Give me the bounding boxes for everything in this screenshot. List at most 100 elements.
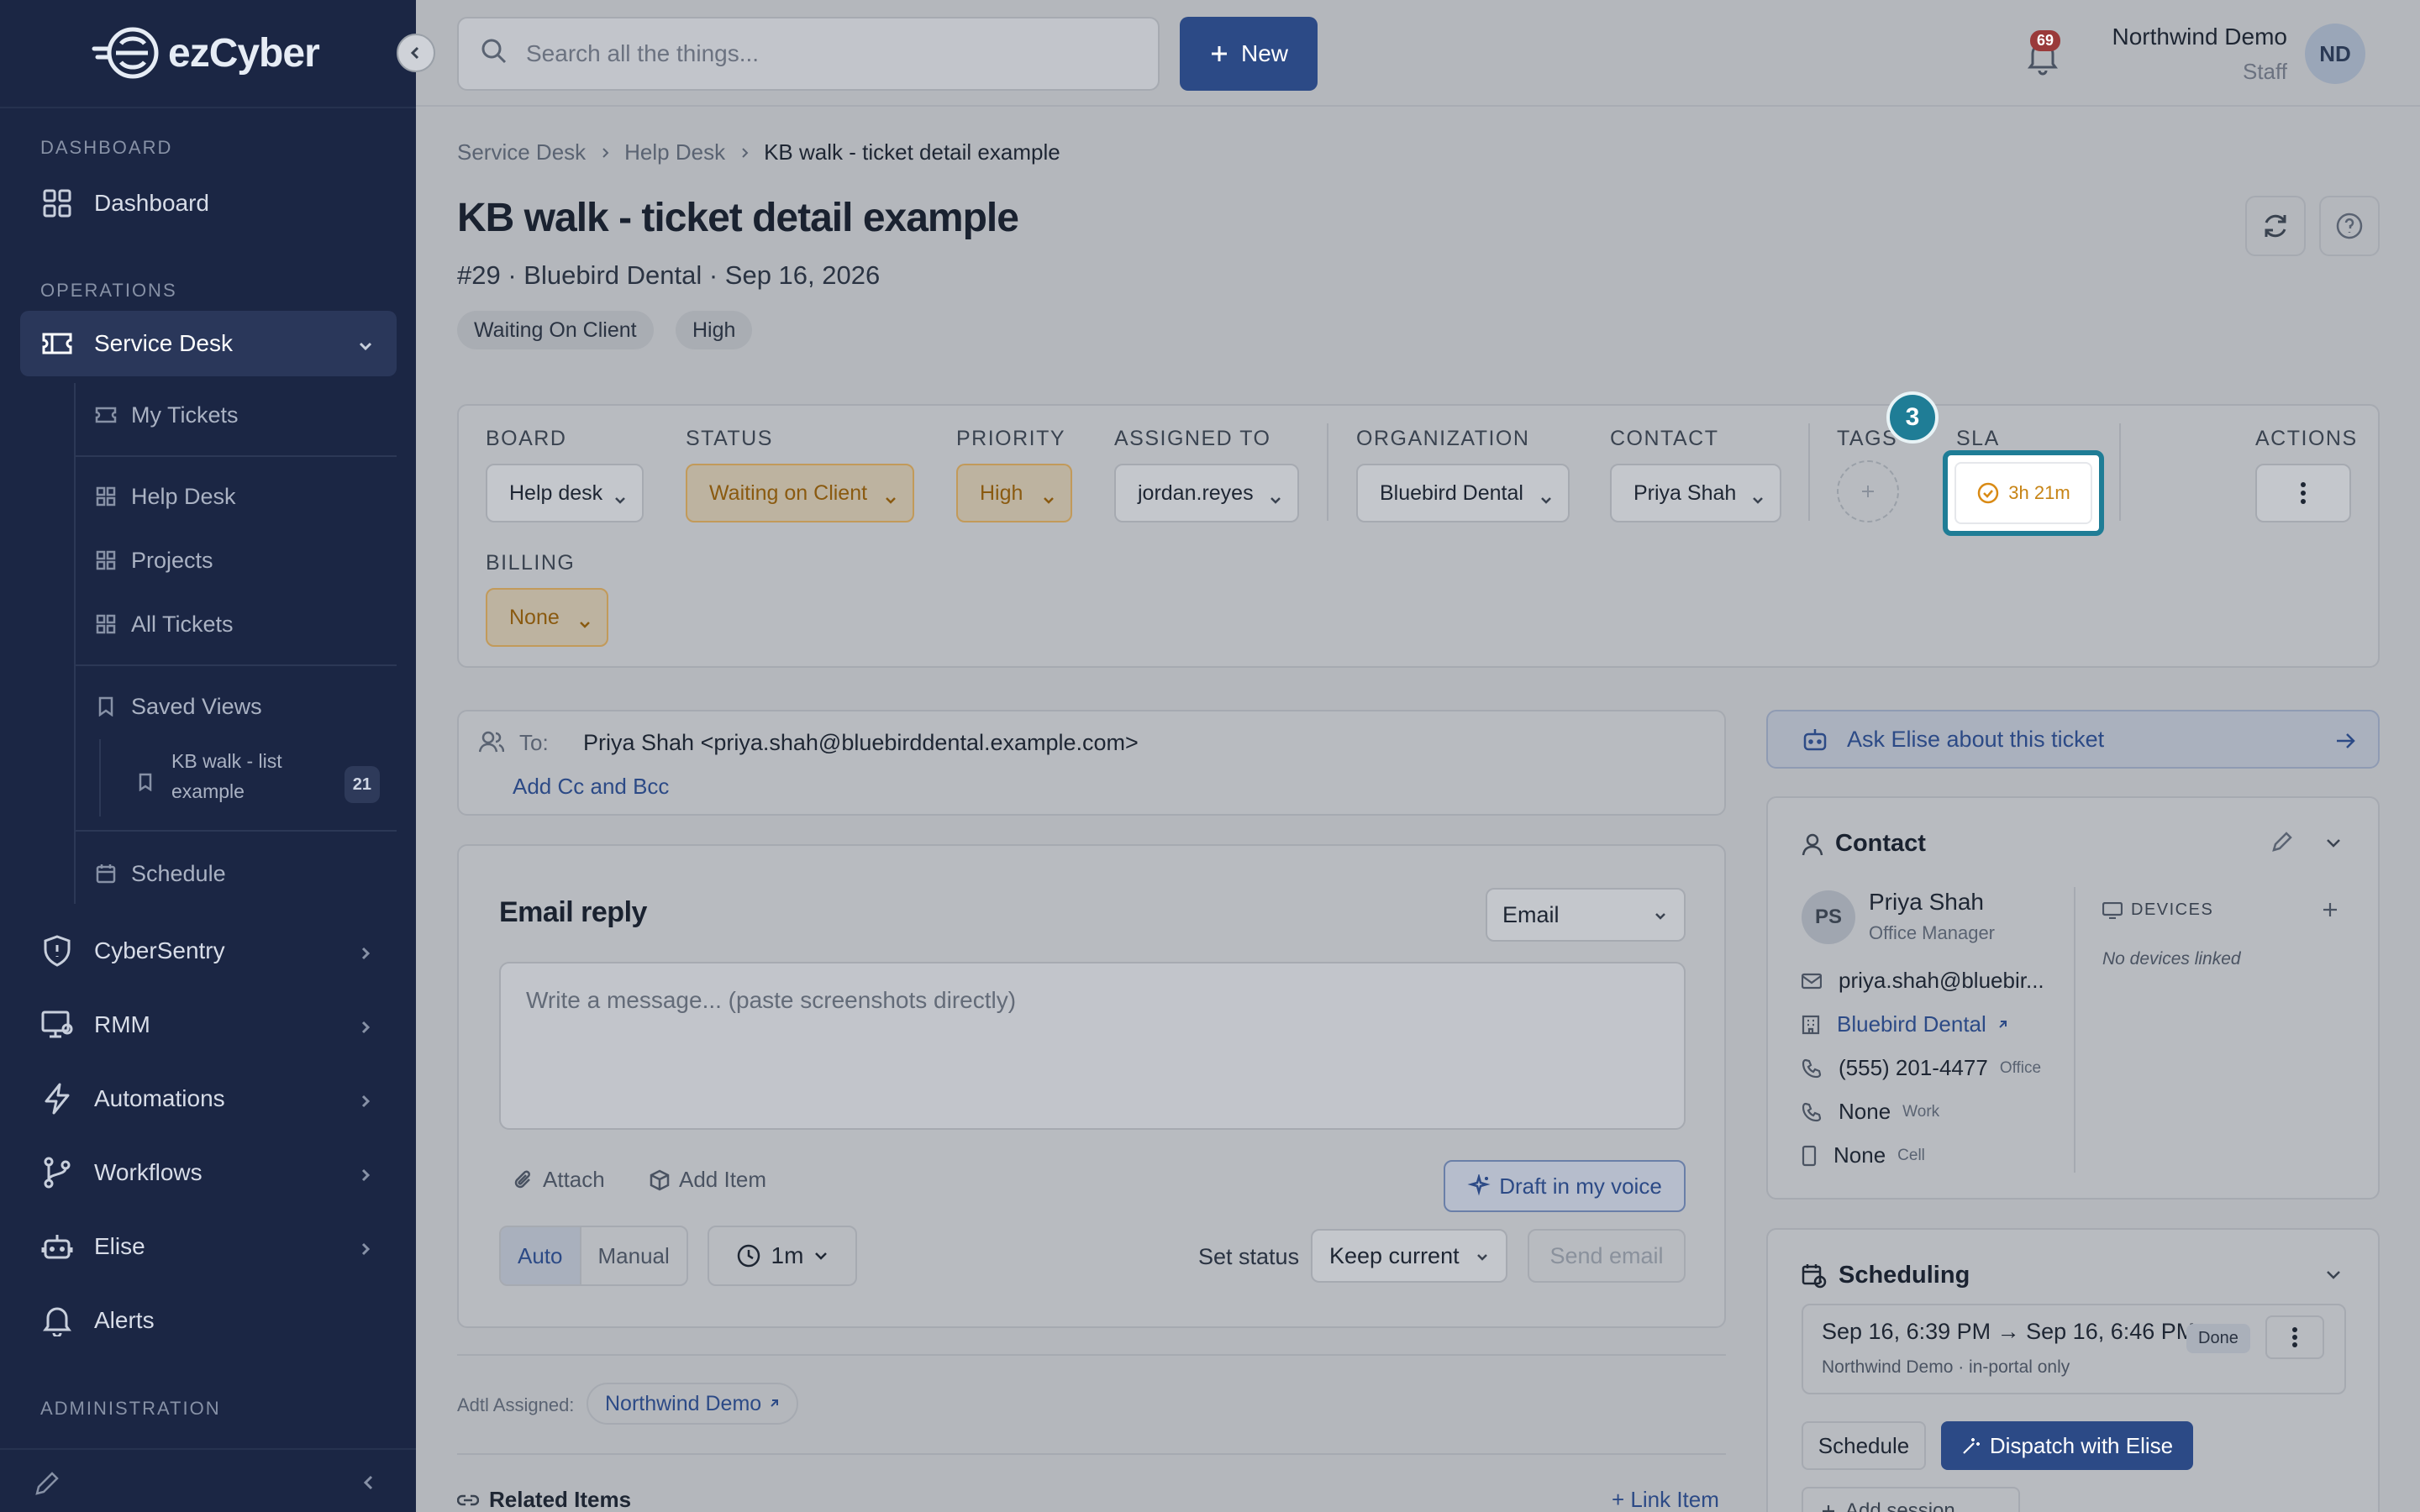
- attach-button[interactable]: Attach: [513, 1167, 605, 1193]
- plus-icon: [1211, 46, 1227, 61]
- actions-menu-button[interactable]: [2255, 464, 2351, 522]
- message-textarea[interactable]: Write a message... (paste screenshots di…: [499, 962, 1686, 1130]
- ticket-subtitle: #29 · Bluebird Dental · Sep 16, 2026: [457, 260, 881, 290]
- breadcrumb-service-desk[interactable]: Service Desk: [457, 139, 586, 165]
- mode-auto-button[interactable]: Auto: [501, 1227, 580, 1284]
- sidebar-item-label: Help Desk: [131, 483, 236, 509]
- add-session-button[interactable]: Add session: [1802, 1487, 2020, 1512]
- monitor-gear-icon: [40, 1008, 74, 1042]
- sidebar-collapse-button[interactable]: [397, 34, 435, 72]
- chevron-down-icon: [613, 489, 627, 513]
- sidebar-item-automations[interactable]: Automations: [20, 1066, 397, 1131]
- add-device-icon[interactable]: [2321, 900, 2339, 923]
- organization-value: Bluebird Dental: [1380, 480, 1523, 505]
- sidebar-item-label: Service Desk: [94, 330, 233, 356]
- schedule-button[interactable]: Schedule: [1802, 1421, 1926, 1470]
- add-item-button[interactable]: Add Item: [649, 1167, 766, 1193]
- contact-select[interactable]: Priya Shah: [1610, 464, 1781, 522]
- user-name[interactable]: Northwind Demo: [2106, 24, 2287, 50]
- sla-timer-highlight[interactable]: 3h 21m: [1943, 450, 2104, 536]
- link-item-button[interactable]: + Link Item: [1612, 1487, 1719, 1512]
- sidebar-item-label: My Tickets: [131, 402, 239, 428]
- scheduling-heading: Scheduling: [1802, 1262, 1970, 1289]
- bell-icon: [40, 1304, 74, 1337]
- message-placeholder: Write a message... (paste screenshots di…: [526, 987, 1017, 1013]
- refresh-button[interactable]: [2245, 196, 2306, 256]
- mode-manual-button[interactable]: Manual: [579, 1227, 687, 1284]
- status-tag: Waiting On Client: [457, 311, 654, 349]
- session-subtitle: Northwind Demo · in-portal only: [1822, 1357, 2070, 1377]
- chevron-down-icon[interactable]: [2324, 1265, 2343, 1288]
- sidebar-item-service-desk[interactable]: Service Desk: [20, 311, 397, 376]
- related-items-heading: Related Items: [457, 1487, 631, 1512]
- edit-icon[interactable]: [34, 1470, 60, 1501]
- draft-in-my-voice-button[interactable]: Draft in my voice: [1444, 1160, 1686, 1212]
- contact-name: Priya Shah: [1869, 889, 1984, 915]
- contact-label: CONTACT: [1610, 427, 1719, 450]
- sidebar-item-schedule[interactable]: Schedule: [74, 844, 397, 903]
- collapse-sidebar-icon[interactable]: [360, 1473, 378, 1496]
- sidebar: ezCyber DASHBOARD Dashboard OPERATIONS S…: [0, 0, 416, 1512]
- edit-contact-icon[interactable]: [2270, 830, 2294, 858]
- chevron-right-icon: [356, 1163, 375, 1190]
- billing-select[interactable]: None: [486, 588, 608, 647]
- assigned-select[interactable]: jordan.reyes: [1114, 464, 1299, 522]
- grid-icon: [40, 186, 74, 220]
- contact-org-link[interactable]: Bluebird Dental: [1802, 1011, 2008, 1037]
- session-menu-button[interactable]: [2265, 1315, 2324, 1359]
- board-select[interactable]: Help desk: [486, 464, 644, 522]
- dispatch-label: Dispatch with Elise: [1989, 1432, 2174, 1458]
- sidebar-item-elise[interactable]: Elise: [20, 1214, 397, 1279]
- user-avatar[interactable]: ND: [2305, 24, 2365, 84]
- sidebar-item-cybersentry[interactable]: CyberSentry: [20, 918, 397, 984]
- mobile-icon: [1802, 1145, 1817, 1166]
- ask-elise-button[interactable]: Ask Elise about this ticket: [1766, 710, 2380, 769]
- add-tag-button[interactable]: [1837, 460, 1899, 522]
- delay-select[interactable]: 1m: [708, 1226, 857, 1286]
- sidebar-item-rmm[interactable]: RMM: [20, 992, 397, 1058]
- section-administration: ADMINISTRATION: [40, 1398, 221, 1419]
- sidebar-item-alerts[interactable]: Alerts: [20, 1288, 397, 1353]
- branch-icon: [40, 1156, 74, 1189]
- help-button[interactable]: [2319, 196, 2380, 256]
- sidebar-item-all-tickets[interactable]: All Tickets: [74, 595, 397, 654]
- users-icon: [478, 730, 505, 758]
- sidebar-item-my-tickets[interactable]: My Tickets: [74, 386, 397, 444]
- additional-assigned-chip[interactable]: Northwind Demo: [587, 1383, 799, 1425]
- chevron-down-icon[interactable]: [2324, 833, 2343, 856]
- sidebar-item-projects[interactable]: Projects: [74, 531, 397, 590]
- search-input[interactable]: Search all the things...: [457, 17, 1160, 91]
- related-items-label: Related Items: [489, 1487, 632, 1512]
- chevron-down-icon: [884, 489, 897, 513]
- priority-select[interactable]: High: [956, 464, 1072, 522]
- send-email-button[interactable]: Send email: [1528, 1229, 1686, 1283]
- breadcrumb-help-desk[interactable]: Help Desk: [624, 139, 725, 165]
- new-button[interactable]: New: [1180, 17, 1318, 91]
- chevron-down-icon: [356, 334, 375, 361]
- sidebar-item-dashboard[interactable]: Dashboard: [20, 171, 397, 236]
- set-status-select[interactable]: Keep current: [1311, 1229, 1507, 1283]
- channel-select[interactable]: Email: [1486, 888, 1686, 942]
- contact-org: Bluebird Dental: [1837, 1011, 1986, 1037]
- set-status-value: Keep current: [1329, 1242, 1460, 1268]
- contact-avatar: PS: [1802, 890, 1855, 944]
- chevron-right-icon: [356, 942, 375, 969]
- add-cc-bcc-link[interactable]: Add Cc and Bcc: [513, 774, 669, 800]
- phone-icon: [1802, 1058, 1822, 1078]
- brand-logo[interactable]: ezCyber: [91, 24, 320, 82]
- session-card[interactable]: Sep 16, 6:39 PM → Sep 16, 6:46 PM Northw…: [1802, 1304, 2346, 1394]
- status-select[interactable]: Waiting on Client: [686, 464, 914, 522]
- sidebar-item-kb-walk[interactable]: KB walk - list example 21: [114, 746, 397, 813]
- organization-select[interactable]: Bluebird Dental: [1356, 464, 1570, 522]
- chevron-down-icon: [1751, 489, 1765, 513]
- contact-phone-office[interactable]: (555) 201-4477 Office: [1802, 1055, 2041, 1081]
- ask-elise-label: Ask Elise about this ticket: [1847, 726, 2105, 752]
- to-field[interactable]: Priya Shah <priya.shah@bluebirddental.ex…: [583, 730, 1139, 756]
- sidebar-item-workflows[interactable]: Workflows: [20, 1140, 397, 1205]
- sidebar-item-help-desk[interactable]: Help Desk: [74, 467, 397, 526]
- contact-email-row[interactable]: priya.shah@bluebir...: [1802, 968, 2044, 994]
- sidebar-item-saved-views[interactable]: Saved Views: [74, 677, 397, 736]
- external-link-icon: [1999, 1020, 2007, 1028]
- shield-icon: [40, 934, 74, 968]
- dispatch-with-elise-button[interactable]: Dispatch with Elise: [1941, 1421, 2193, 1470]
